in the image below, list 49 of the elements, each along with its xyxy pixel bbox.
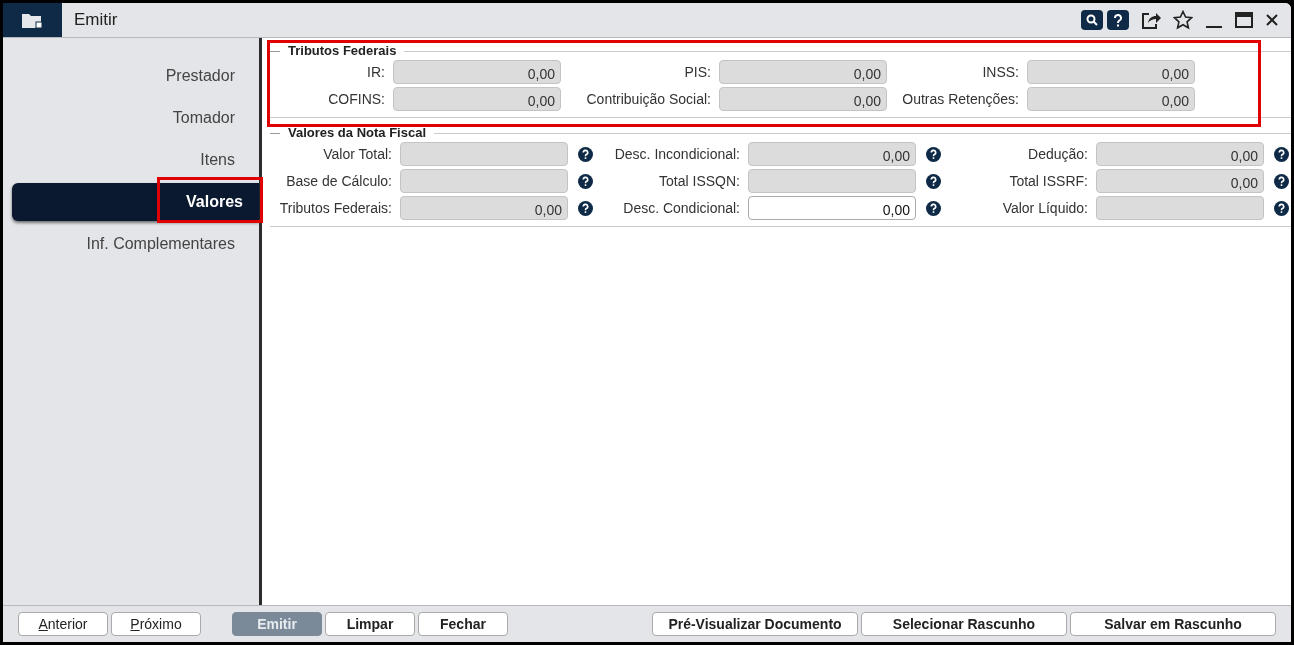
- field-label: Total ISSQN:: [658, 171, 741, 191]
- input-field[interactable]: 0,00: [748, 196, 916, 220]
- help-icon[interactable]: [578, 173, 593, 189]
- field-label: Base de Cálculo:: [285, 171, 393, 191]
- share-icon[interactable]: [1141, 11, 1161, 29]
- star-icon[interactable]: [1173, 10, 1193, 30]
- field-label: Dedução:: [1027, 144, 1089, 164]
- field-label: COFINS:: [327, 89, 386, 109]
- folder-icon: [20, 11, 45, 29]
- field-label: PIS:: [683, 62, 712, 82]
- search-button[interactable]: [1081, 10, 1103, 30]
- help-icon[interactable]: [926, 146, 941, 162]
- sidebar-item[interactable]: Tomador: [172, 105, 259, 130]
- help-icon[interactable]: [578, 146, 593, 162]
- help-icon[interactable]: [926, 173, 941, 189]
- section-title: Valores da Nota Fiscal: [288, 124, 426, 143]
- help-icon[interactable]: [926, 200, 941, 216]
- field-label: Contribuição Social:: [585, 89, 712, 109]
- search-icon: [1086, 14, 1098, 26]
- footer-button[interactable]: Limpar: [325, 612, 415, 636]
- footer-button[interactable]: Salvar em Rascunho: [1070, 612, 1276, 636]
- field-label: INSS:: [981, 62, 1020, 82]
- field-label: Desc. Condicional:: [622, 198, 741, 218]
- sidebar-item[interactable]: Prestador: [165, 63, 259, 88]
- field-label: Valor Total:: [322, 144, 393, 164]
- sidebar-item[interactable]: Inf. Complementares: [86, 231, 259, 256]
- help-icon[interactable]: [1274, 200, 1289, 216]
- help-icon[interactable]: [578, 200, 593, 216]
- help-button[interactable]: [1107, 10, 1129, 30]
- field-label: Tributos Federais:: [278, 198, 393, 218]
- field-label: Desc. Incondicional:: [613, 144, 741, 164]
- field-label: Valor Líquido:: [1001, 198, 1089, 218]
- footer-button[interactable]: Fechar: [418, 612, 508, 636]
- help-icon[interactable]: [1274, 173, 1289, 189]
- footer-button[interactable]: Selecionar Rascunho: [861, 612, 1067, 636]
- footer-button[interactable]: Próximo: [111, 612, 201, 636]
- footer-button[interactable]: Anterior: [18, 612, 108, 636]
- window-title: Emitir: [74, 9, 118, 32]
- footer-button[interactable]: Pré-Visualizar Documento: [652, 612, 858, 636]
- question-mark-icon: [1113, 13, 1123, 27]
- field-label: IR:: [366, 62, 386, 82]
- sidebar-item[interactable]: Valores: [12, 182, 259, 221]
- maximize-icon[interactable]: [1235, 12, 1253, 28]
- field-label: Outras Retenções:: [901, 89, 1020, 109]
- section-title: Tributos Federais: [288, 42, 397, 61]
- field-label: Total ISSRF:: [1008, 171, 1089, 191]
- help-icon[interactable]: [1274, 146, 1289, 162]
- sidebar-item[interactable]: Itens: [200, 147, 259, 172]
- close-icon[interactable]: [1265, 13, 1279, 27]
